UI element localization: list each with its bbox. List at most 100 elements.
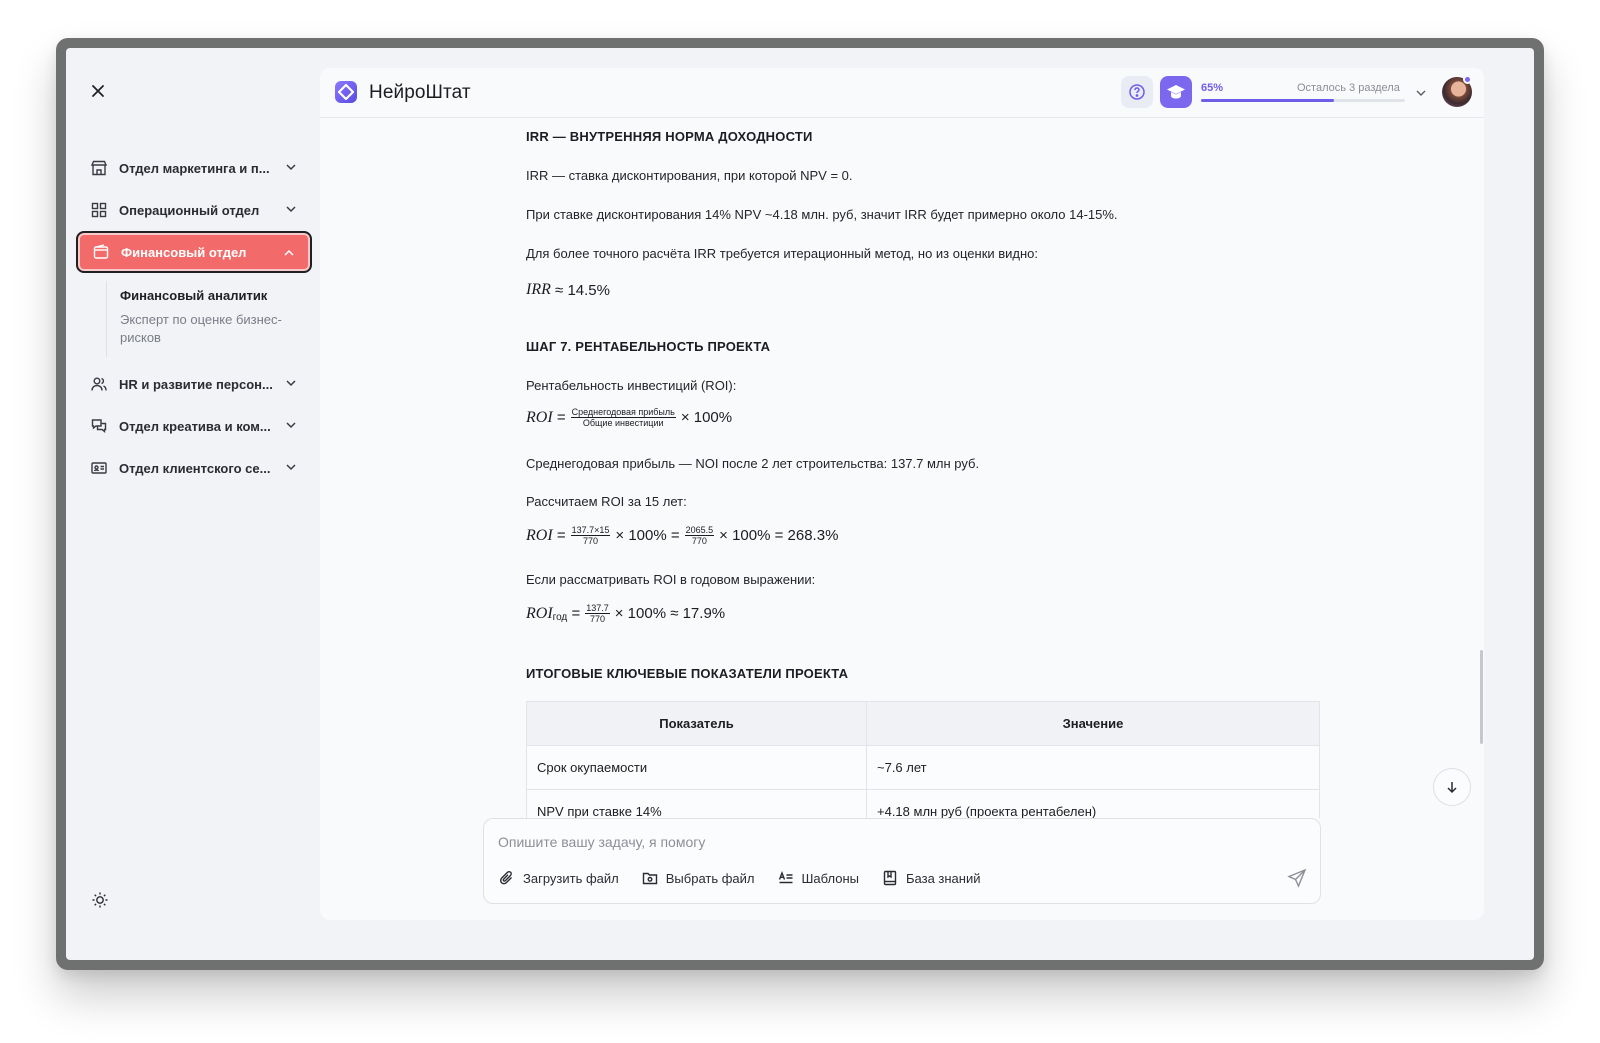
store-icon [89, 158, 109, 178]
chevron-down-icon [286, 164, 296, 171]
finance-submenu: Финансовый аналитик Эксперт по оценке би… [76, 273, 312, 363]
irr-heading: IRR — ВНУТРЕННЯЯ НОРМА ДОХОДНОСТИ [526, 129, 813, 144]
bookmark-book-icon [881, 869, 899, 887]
submenu-item-financial-analyst[interactable]: Финансовый аналитик [120, 287, 300, 305]
sidebar-item-client-service[interactable]: Отдел клиентского се... [76, 447, 312, 489]
fraction-numerator: 137.7 [585, 603, 610, 614]
grid-icon [89, 200, 109, 220]
summary-heading: ИТОГОВЫЕ КЛЮЧЕВЫЕ ПОКАЗАТЕЛИ ПРОЕКТА [526, 666, 849, 681]
top-header: НейроШтат 65% Осталось 3 раздела [320, 68, 1484, 118]
brand-name: НейроШтат [369, 82, 471, 103]
sidebar-item-label: Отдел креатива и ком... [119, 418, 271, 434]
knowledge-base-button[interactable]: База знаний [881, 869, 981, 887]
formula-eq: = [556, 527, 566, 544]
sidebar-item-label: Отдел клиентского се... [119, 460, 271, 476]
app-screen: Отдел маркетинга и п... Операционный отд… [66, 48, 1534, 960]
table-row: Срок окупаемости ~7.6 лет [526, 745, 1320, 790]
scrollbar[interactable] [1480, 650, 1483, 744]
irr-formula: IRR ≈ 14.5% [526, 281, 610, 299]
templates-button[interactable]: Шаблоны [777, 869, 860, 887]
chat-content: IRR — ВНУТРЕННЯЯ НОРМА ДОХОДНОСТИ IRR — … [526, 118, 1326, 818]
roi15-paragraph: Рассчитаем ROI за 15 лет: [526, 494, 687, 509]
sun-icon[interactable] [90, 890, 110, 910]
close-icon[interactable] [88, 81, 108, 101]
chevron-down-icon [286, 422, 296, 429]
formula-eq: = [571, 605, 581, 622]
fraction-numerator: 2065.5 [684, 525, 715, 536]
question-icon [1129, 84, 1145, 100]
progress-percent: 65% [1201, 82, 1224, 94]
learning-button[interactable] [1160, 76, 1192, 108]
formula-text: × 100% = [615, 527, 680, 544]
id-card-icon [89, 458, 109, 478]
roi15-formula: ROI = 137.7×15 770 × 100% = 2065.5 770 ×… [526, 525, 838, 546]
sidebar-item-marketing[interactable]: Отдел маркетинга и п... [76, 147, 312, 189]
brand-logo-icon [335, 81, 357, 103]
notification-dot [1463, 75, 1472, 84]
fraction-numerator: 137.7×15 [570, 525, 611, 536]
summary-table: Показатель Значение Срок окупаемости ~7.… [526, 701, 1320, 818]
formula-text: × 100% [680, 409, 733, 426]
noi-paragraph: Среднегодовая прибыль — NOI после 2 лет … [526, 456, 980, 471]
chevron-down-icon[interactable] [1414, 86, 1428, 100]
help-button[interactable] [1121, 76, 1153, 108]
paperclip-icon [498, 869, 516, 887]
fraction-numerator: Среднегодовая прибыль [570, 407, 676, 418]
wallet-icon [91, 242, 111, 262]
scroll-down-button[interactable] [1433, 768, 1471, 806]
knowledge-base-label: База знаний [906, 870, 981, 886]
upload-file-label: Загрузить файл [523, 870, 619, 886]
formula-subscript: год [552, 612, 568, 623]
templates-icon [777, 869, 795, 887]
sidebar-item-hr[interactable]: HR и развитие персон... [76, 363, 312, 405]
sidebar-item-finance[interactable]: Финансовый отдел [76, 231, 312, 273]
message-input[interactable] [498, 831, 1278, 853]
roi-year-paragraph: Если рассматривать ROI в годовом выражен… [526, 572, 816, 587]
sidebar-item-label: Операционный отдел [119, 202, 260, 218]
sidebar-item-creative[interactable]: Отдел креатива и ком... [76, 405, 312, 447]
send-icon[interactable] [1286, 867, 1308, 889]
irr-paragraph-1: IRR — ставка дисконтирования, при которо… [526, 168, 853, 183]
fraction-denominator: 770 [582, 536, 598, 546]
formula-fraction: 137.7 770 [585, 603, 610, 624]
table-cell: NPV при ставке 14% [526, 789, 867, 818]
roi-year-formula: ROI год = 137.7 770 × 100% ≈ 17.9% [526, 603, 725, 624]
formula-variable: ROI [526, 526, 553, 544]
fraction-denominator: Общие инвестиции [582, 418, 664, 428]
chat-bubbles-icon [89, 416, 109, 436]
sidebar-item-operations[interactable]: Операционный отдел [76, 189, 312, 231]
formula-fraction: 2065.5 770 [684, 525, 715, 546]
progress-bar-fill [1201, 99, 1334, 102]
roi-formula: ROI = Среднегодовая прибыль Общие инвест… [526, 407, 732, 428]
table-header-row: Показатель Значение [526, 701, 1320, 746]
table-row: NPV при ставке 14% +4.18 млн руб (проект… [526, 789, 1320, 818]
table-cell: +4.18 млн руб (проекта рентабелен) [866, 789, 1320, 818]
formula-variable: ROI [526, 604, 553, 622]
progress-bar [1201, 99, 1405, 102]
chevron-up-icon [284, 249, 294, 256]
formula-fraction: Среднегодовая прибыль Общие инвестиции [570, 407, 676, 428]
progress-remaining: Осталось 3 раздела [1297, 82, 1400, 94]
graduation-cap-icon [1167, 85, 1185, 99]
chevron-down-icon [286, 464, 296, 471]
folder-icon [641, 869, 659, 887]
submenu-item-risk-expert[interactable]: Эксперт по оценке бизнес-рисков [120, 311, 300, 347]
choose-file-button[interactable]: Выбрать файл [641, 869, 755, 887]
fraction-denominator: 770 [589, 614, 605, 624]
message-composer: Загрузить файл Выбрать файл Шаблоны [483, 818, 1321, 904]
sidebar-item-label: Финансовый отдел [121, 244, 247, 260]
window-frame: Отдел маркетинга и п... Операционный отд… [56, 38, 1544, 970]
formula-eq: = [556, 409, 566, 426]
formula-text: × 100% = 268.3% [719, 527, 839, 544]
table-header-cell: Значение [866, 701, 1320, 746]
table-cell: Срок окупаемости [526, 745, 867, 790]
main-panel: НейроШтат 65% Осталось 3 раздела IRR — В… [320, 68, 1484, 920]
formula-text: × 100% ≈ 17.9% [614, 605, 726, 622]
sidebar-nav: Отдел маркетинга и п... Операционный отд… [76, 147, 312, 489]
sidebar-item-label: HR и развитие персон... [119, 376, 273, 392]
users-icon [89, 374, 109, 394]
table-header-cell: Показатель [526, 701, 867, 746]
formula-fraction: 137.7×15 770 [570, 525, 611, 546]
upload-file-button[interactable]: Загрузить файл [498, 869, 619, 887]
templates-label: Шаблоны [801, 870, 860, 886]
